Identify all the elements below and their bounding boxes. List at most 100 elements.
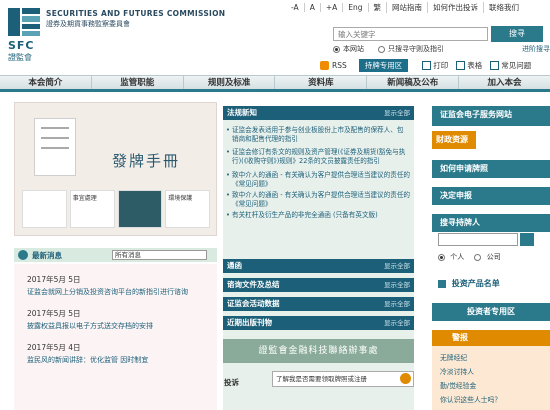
licence-apply-link[interactable]: 如何申请牌照 [432,160,550,178]
nav-careers[interactable]: 加入本会 [459,76,550,89]
circulars-bar[interactable]: 通函 显示全部 [223,259,414,273]
go-icon[interactable] [400,373,411,384]
licensee-search-input[interactable] [438,233,518,246]
regulation-item[interactable]: 证监会发表适用于参与创业板股份上市及配售的保荐人、包销商和配售代理的指引 [226,126,410,143]
news-icon [18,250,28,260]
nav-regulatory[interactable]: 监管职能 [92,76,184,89]
sfc-wordmark-zh: 證監會 [8,53,32,62]
complaint-label: 投诉 [224,378,239,387]
register-search-header: 搜寻持牌人 [432,214,550,232]
hero-title: 發牌手冊 [112,152,181,170]
hero-thumb-4[interactable]: 環境保護 [165,190,210,228]
rss-icon[interactable] [320,60,329,70]
nav-news[interactable]: 新闻稿及公布 [367,76,460,89]
scope-guide-label: 只搜寻守则及指引 [388,45,444,53]
site-guide-link[interactable]: 网站指南 [387,1,429,13]
alert-item-link[interactable]: 无牌经纪 [440,352,467,362]
list-icon [438,279,446,288]
news-item-link[interactable]: 披露权益具报以电子方式送交存档的安排 [27,321,153,331]
advanced-search-link[interactable]: 进阶搜寻 [522,44,550,54]
hero-thumbnails: 事宜處理 環境保護 [22,190,210,228]
company-label: 公司 [486,253,501,261]
scope-site-label: 本网站 [343,45,364,53]
alert-item-link[interactable]: 你认识这些人士吗？ [440,394,501,404]
regulation-title: 法规新知 [227,108,257,117]
news-date: 2017年5月 4日 [27,343,81,352]
utility-row: RSS 持牌专用区 打印 表格 常见问题 [320,58,539,72]
lang-tc-link[interactable]: 繁 [369,1,388,13]
main-nav: 本会简介 监管职能 规则及标准 资料库 新闻稿及公布 加入本会 [0,75,550,92]
regulation-show-all[interactable]: 显示全部 [384,106,410,120]
circulars-label: 通函 [227,261,242,270]
product-list-label: 投资产品名单 [451,279,500,288]
activity-data-show-all[interactable]: 显示全部 [384,297,410,311]
regulation-item[interactable]: 致中介人的通函 - 有关确认为客户提供合理适当建议的责任的《常见问题》 [226,171,410,188]
scope-guide-radio[interactable] [378,45,385,53]
search-input[interactable] [333,27,488,41]
latest-news-title: 最新消息 [32,250,62,260]
alert-item-link[interactable]: 勤/觉经验金 [440,380,476,390]
nav-rules[interactable]: 规则及标准 [184,76,276,89]
regulation-item[interactable]: 证监会修订有条文的规则及资产管理(《证券及期货(豁免与执行)(《收购守则》)规则… [226,148,410,165]
activity-data-bar[interactable]: 证监会活动数据 显示全部 [223,297,414,311]
contact-link[interactable]: 联络我们 [484,2,524,13]
forms-link[interactable]: 表格 [467,60,482,71]
company-radio[interactable] [474,253,482,261]
individual-radio[interactable] [438,253,445,261]
fin-resources-link[interactable]: 财政资源 [432,131,476,149]
faq-icon[interactable] [490,60,500,70]
regulation-item[interactable]: 有关杠杆及衍生产品的非完全通函 (只备有英文版) [226,211,410,220]
publications-bar[interactable]: 近期出版刊物 显示全部 [223,316,414,330]
complaint-dropdown[interactable]: 了解我是否需要领取牌照或注册 [272,371,414,387]
news-item-link[interactable]: 证监会就网上分销及投资咨询平台的新指引进行谘询 [27,287,188,297]
search-icon[interactable] [520,233,534,246]
nav-database[interactable]: 资料库 [275,76,368,89]
eservices-link[interactable]: 证监会电子服务网站 [432,106,550,126]
hero-thumb-1[interactable] [22,190,67,228]
rss-link[interactable]: RSS [332,61,347,70]
regulation-header: 法规新知 显示全部 [223,106,414,120]
news-date: 2017年5月 5日 [27,309,81,318]
faq-link[interactable]: 常见问题 [501,60,531,71]
fintech-banner[interactable]: 證監會金融科技聯絡辦事處 [223,339,414,363]
investor-zone-link[interactable]: 投资者专用区 [432,303,550,321]
publications-label: 近期出版刊物 [227,318,272,327]
sfc-logo-mark[interactable] [8,8,40,36]
complaint-link[interactable]: 如何作出投诉 [428,1,485,13]
publications-show-all[interactable]: 显示全部 [384,316,410,330]
activity-data-label: 证监会活动数据 [227,299,280,308]
alert-item-link[interactable]: 冷淡讨持人 [440,366,474,376]
licensee-area-button[interactable]: 持牌专用区 [358,58,409,72]
search-button[interactable]: 搜寻 [491,26,543,42]
circulars-show-all[interactable]: 显示全部 [384,259,410,273]
font-smaller-button[interactable]: -A [286,2,305,12]
consultation-bar[interactable]: 谘询文件及总结 显示全部 [223,278,414,292]
handbook-cover-image [34,118,76,176]
sfc-wordmark: SFC [8,39,35,52]
news-item-link[interactable]: 监民风的新闻讲辞：优化监管 因时制宜 [27,355,148,365]
licensee-type-group: 个人 公司 [438,252,501,262]
news-date: 2017年5月 5日 [27,275,81,284]
consultation-show-all[interactable]: 显示全部 [384,278,410,292]
consultation-label: 谘询文件及总结 [227,280,280,289]
print-icon[interactable] [422,60,432,70]
logo-text-zh: 證券及期貨事務監察委員會 [46,20,130,28]
product-list-link[interactable]: 投资产品名单 [438,278,500,289]
print-link[interactable]: 打印 [433,60,448,71]
font-larger-button[interactable]: +A [321,2,344,12]
logo-text-en: SECURITIES AND FUTURES COMMISSION [46,9,226,18]
search-scope-group: 本网站 只搜寻守则及指引 [333,44,444,54]
scope-site-radio[interactable] [333,45,340,53]
nav-about[interactable]: 本会简介 [0,76,92,89]
news-list [14,264,217,410]
hero-thumb-2[interactable]: 事宜處理 [69,190,115,228]
top-utility-bar: -A A +A Eng 繁 网站指南 如何作出投诉 联络我们 [286,0,524,14]
individual-label: 个人 [450,253,465,261]
font-normal-button[interactable]: A [305,2,321,12]
hero-thumb-3[interactable] [117,190,163,228]
news-filter-select[interactable]: 所有消息 [112,250,207,260]
regulation-item[interactable]: 致中介人的通函 - 有关确认为客户提供合理适当建议的责任的《常见问题》 [226,191,410,208]
form-icon[interactable] [456,60,466,70]
decision-link[interactable]: 决定申报 [432,187,550,205]
lang-en-link[interactable]: Eng [343,2,369,12]
